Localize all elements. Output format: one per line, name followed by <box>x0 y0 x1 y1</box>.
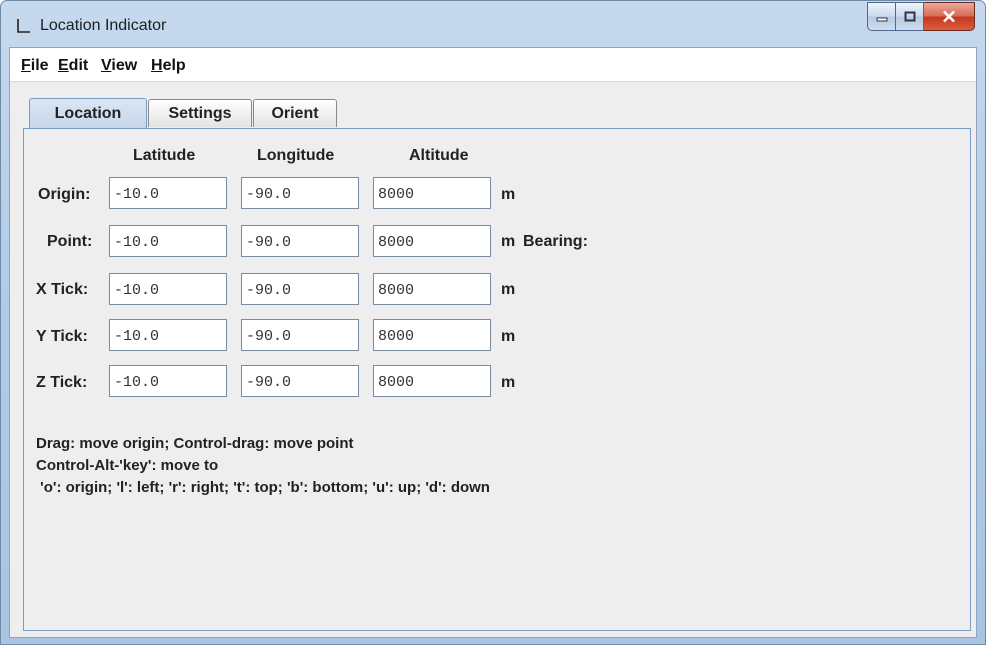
axis-icon <box>17 19 30 33</box>
longitude-header: Longitude <box>257 147 335 164</box>
altitude-field[interactable]: 8000 <box>373 319 491 351</box>
unit-label: m <box>501 233 516 250</box>
window-title: Location Indicator <box>40 17 167 34</box>
title-bar[interactable]: Location Indicator <box>1 1 985 47</box>
row-label: Origin: <box>38 186 91 203</box>
tab-location[interactable]: Location <box>29 98 147 128</box>
instruction-line: Control-Alt-'key': move to <box>36 457 219 474</box>
row-label: Z Tick: <box>36 374 88 391</box>
altitude-field[interactable]: 8000 <box>373 177 491 209</box>
minimize-icon <box>876 17 887 21</box>
longitude-field[interactable]: -90.0 <box>241 273 359 305</box>
latitude-field[interactable]: -10.0 <box>109 225 227 257</box>
longitude-field[interactable]: -90.0 <box>241 177 359 209</box>
bearing-label: Bearing: <box>523 233 588 250</box>
row-label: X Tick: <box>36 281 89 298</box>
altitude-field[interactable]: 8000 <box>373 273 491 305</box>
altitude-field[interactable]: 8000 <box>373 225 491 257</box>
tab-settings[interactable]: Settings <box>148 99 252 127</box>
longitude-field[interactable]: -90.0 <box>241 365 359 397</box>
close-button[interactable] <box>924 2 975 31</box>
latitude-field[interactable]: -10.0 <box>109 319 227 351</box>
maximize-button[interactable] <box>896 2 924 31</box>
latitude-field[interactable]: -10.0 <box>109 273 227 305</box>
unit-label: m <box>501 374 516 391</box>
location-panel: Latitude Longitude Altitude Origin: -10.… <box>23 128 971 631</box>
menu-file[interactable]: File <box>21 57 49 75</box>
altitude-header: Altitude <box>409 147 469 164</box>
instruction-line: 'o': origin; 'l': left; 'r': right; 't':… <box>36 479 490 496</box>
latitude-field[interactable]: -10.0 <box>109 177 227 209</box>
window-controls <box>867 2 975 31</box>
tab-orient[interactable]: Orient <box>253 99 337 127</box>
instruction-line: Drag: move origin; Control-drag: move po… <box>36 435 354 452</box>
menu-view[interactable]: View <box>101 57 137 75</box>
menu-bar: File Edit View Help <box>10 48 976 82</box>
latitude-field[interactable]: -10.0 <box>109 365 227 397</box>
menu-edit[interactable]: Edit <box>58 57 88 75</box>
longitude-field[interactable]: -90.0 <box>241 225 359 257</box>
row-label: Y Tick: <box>36 328 88 345</box>
unit-label: m <box>501 186 516 203</box>
latitude-header: Latitude <box>133 147 196 164</box>
client-area: File Edit View Help Location Settings Or… <box>9 47 977 638</box>
altitude-field[interactable]: 8000 <box>373 365 491 397</box>
longitude-field[interactable]: -90.0 <box>241 319 359 351</box>
close-icon <box>943 10 955 23</box>
row-label: Point: <box>47 233 93 250</box>
app-window: Location Indicator File Edit View Help L… <box>0 0 986 645</box>
maximize-icon <box>904 11 915 22</box>
unit-label: m <box>501 328 516 345</box>
minimize-button[interactable] <box>867 2 896 31</box>
menu-help[interactable]: Help <box>151 57 186 75</box>
unit-label: m <box>501 281 516 298</box>
